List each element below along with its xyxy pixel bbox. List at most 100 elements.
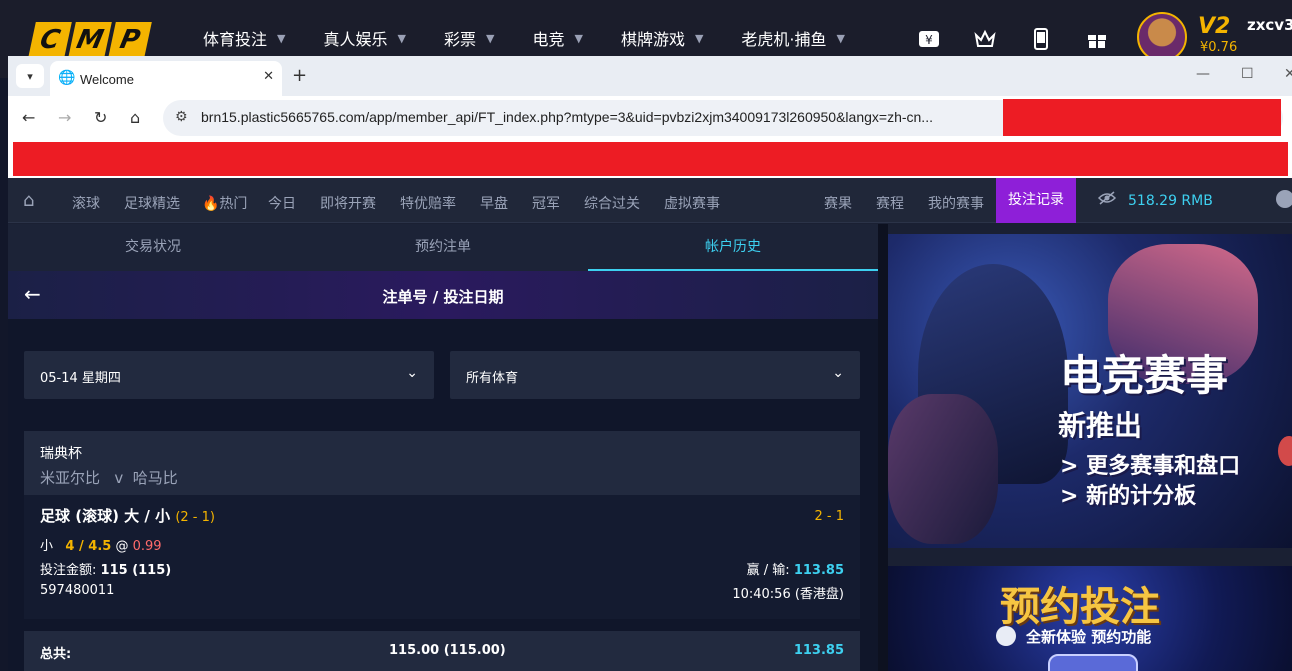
tab-search-icon[interactable]: ▾ — [16, 64, 44, 88]
new-tab-icon[interactable]: + — [292, 65, 307, 86]
globe-icon: 🌐 — [58, 70, 76, 86]
esports-promo-banner[interactable]: 电竞赛事 新推出 > 更多赛事和盘口 > 新的计分板 — [888, 234, 1292, 548]
deposit-icon[interactable]: ¥ — [916, 26, 942, 52]
chevron-down-icon: ▼ — [574, 31, 583, 45]
logo-letter-m: M — [68, 22, 112, 58]
chevron-down-icon: ▼ — [485, 31, 495, 45]
stake-amount: 投注金额: 115 (115) — [40, 563, 172, 578]
site-settings-icon[interactable]: ⚙ — [175, 109, 188, 125]
user-icon[interactable] — [1276, 190, 1292, 208]
chevron-down-icon: ▼ — [277, 31, 286, 45]
chevron-down-icon: ▼ — [836, 31, 845, 45]
chevron-down-icon: ⌄ — [832, 365, 844, 381]
home-team: 米亚尔比 — [40, 469, 101, 487]
menu-inplay[interactable]: 滚球 — [72, 193, 100, 213]
window-close-icon[interactable]: ✕ — [1284, 66, 1292, 82]
promo-subtitle: 全新体验 预约功能 — [1026, 628, 1152, 646]
bet-card-body: 足球 (滚球) 大 / 小 (2 - 1) 2 - 1 小 4 / 4.5 @ … — [24, 495, 860, 619]
username[interactable]: zxcv3 — [1247, 16, 1292, 34]
league-name: 瑞典杯 — [40, 446, 82, 462]
browser-tab[interactable]: 🌐 Welcome ✕ — [50, 61, 282, 96]
promo-character-image — [888, 394, 998, 544]
menu-parlay[interactable]: 综合过关 — [584, 193, 640, 213]
bet-history-content: 05-14 星期四 ⌄ 所有体育 ⌄ 瑞典杯 米亚尔比 v 哈马比 足球 (滚球… — [8, 319, 878, 671]
avatar[interactable] — [1137, 12, 1187, 62]
redacted-block — [1003, 99, 1281, 136]
back-icon[interactable]: ← — [22, 108, 35, 127]
vip-level: V2 — [1198, 14, 1231, 39]
menu-early[interactable]: 早盘 — [480, 193, 508, 213]
total-label: 总共: — [40, 647, 72, 662]
cmp-logo[interactable]: C M P — [28, 22, 152, 58]
home-icon[interactable]: ⌂ — [23, 190, 34, 211]
app-balance: 518.29 RMB — [1128, 193, 1213, 209]
chevron-down-icon: ▼ — [397, 31, 406, 45]
maximize-icon[interactable]: ☐ — [1241, 66, 1254, 82]
sport-select[interactable]: 所有体育 ⌄ — [450, 351, 860, 399]
promo-line: > 更多赛事和盘口 — [1060, 454, 1241, 479]
menu-football-featured[interactable]: 足球精选 — [124, 193, 180, 213]
match-score: 2 - 1 — [814, 509, 845, 524]
match-teams: 米亚尔比 v 哈马比 — [40, 467, 178, 488]
nav-live-casino[interactable]: 真人娱乐 ▼ — [323, 26, 405, 50]
bet-number: 597480011 — [40, 583, 115, 598]
bet-card-header: 瑞典杯 米亚尔比 v 哈马比 — [24, 431, 860, 495]
handicap-line: 4 / 4.5 — [65, 539, 112, 554]
nav-lottery[interactable]: 彩票 ▼ — [444, 26, 494, 50]
odds-value: 0.99 — [132, 539, 162, 554]
tab-transaction-status[interactable]: 交易状况 — [8, 224, 298, 271]
reload-icon[interactable]: ↻ — [94, 108, 107, 127]
menu-best-odds[interactable]: 特优赔率 — [400, 193, 456, 213]
home-icon[interactable]: ⌂ — [130, 108, 140, 127]
main-panel: 交易状况 预约注单 帐户历史 ← 注单号 / 投注日期 05-14 星期四 ⌄ … — [8, 224, 878, 671]
chevron-down-icon: ▼ — [694, 31, 704, 45]
menu-hot[interactable]: 🔥热门 — [202, 193, 247, 213]
close-icon[interactable]: ✕ — [263, 69, 274, 84]
date-select[interactable]: 05-14 星期四 ⌄ — [24, 351, 434, 399]
sport-select-value: 所有体育 — [466, 371, 519, 386]
menu-my-events[interactable]: 我的赛事 — [928, 193, 984, 213]
minimize-icon[interactable]: — — [1196, 66, 1210, 82]
url-text: brn15.plastic5665765.com/app/member_api/… — [201, 109, 933, 125]
page-banner: ← 注单号 / 投注日期 — [8, 271, 878, 319]
phone-image — [1048, 654, 1138, 671]
menu-bet-history[interactable]: 投注记录 — [996, 178, 1076, 223]
side-button[interactable] — [1278, 436, 1292, 466]
nav-card-games[interactable]: 棋牌游戏 ▼ — [621, 26, 703, 50]
tab-title: Welcome — [80, 72, 134, 87]
site-balance: ¥0.76 — [1200, 40, 1238, 55]
tab-account-history[interactable]: 帐户历史 — [588, 224, 878, 271]
nav-esports[interactable]: 电竞 ▼ — [532, 26, 582, 50]
betting-app: ⌂ 滚球 足球精选 🔥热门 今日 即将开赛 特优赔率 早盘 冠军 综合过关 虚拟… — [8, 178, 1292, 671]
sports-menu: ⌂ 滚球 足球精选 🔥热门 今日 即将开赛 特优赔率 早盘 冠军 综合过关 虚拟… — [8, 178, 1292, 223]
gift-icon[interactable] — [1084, 26, 1110, 52]
svg-text:¥: ¥ — [925, 33, 933, 47]
tab-bar: ▾ 🌐 Welcome ✕ + — ☐ ✕ — [8, 56, 1292, 96]
forward-icon[interactable]: → — [58, 108, 71, 127]
promo-title: 电竞赛事 — [1060, 351, 1229, 400]
menu-schedule[interactable]: 赛程 — [876, 193, 904, 213]
menu-results[interactable]: 赛果 — [824, 193, 852, 213]
reserve-bet-promo-banner[interactable]: 预约投注 全新体验 预约功能 — [888, 566, 1292, 671]
crown-icon[interactable] — [972, 26, 998, 52]
menu-outright[interactable]: 冠军 — [532, 193, 560, 213]
mobile-icon[interactable] — [1028, 26, 1054, 52]
bet-selection: 小 4 / 4.5 @ 0.99 — [40, 539, 162, 554]
bet-type: 足球 (滚球) 大 / 小 (2 - 1) — [40, 507, 215, 525]
menu-virtual[interactable]: 虚拟赛事 — [664, 193, 720, 213]
promo-line: > 新的计分板 — [1060, 484, 1197, 509]
menu-today[interactable]: 今日 — [268, 193, 296, 213]
tab-reserved-bets[interactable]: 预约注单 — [298, 224, 588, 271]
nav-slots-fishing[interactable]: 老虎机·捕鱼 ▼ — [741, 26, 845, 50]
logo-letter-p: P — [108, 22, 152, 58]
date-select-value: 05-14 星期四 — [40, 371, 121, 386]
promo-title: 预约投注 — [1000, 584, 1160, 630]
nav-sports[interactable]: 体育投注 ▼ — [203, 26, 285, 50]
redacted-bar — [13, 142, 1288, 176]
browser-window: ▾ 🌐 Welcome ✕ + — ☐ ✕ ← → ↻ ⌂ ⚙ brn15.pl… — [8, 56, 1292, 671]
score-inline: (2 - 1) — [175, 510, 215, 525]
hide-balance-icon[interactable] — [1097, 191, 1117, 209]
panel-divider — [878, 224, 888, 671]
promo-subtitle: 新推出 — [1058, 409, 1143, 442]
menu-upcoming[interactable]: 即将开赛 — [320, 193, 376, 213]
